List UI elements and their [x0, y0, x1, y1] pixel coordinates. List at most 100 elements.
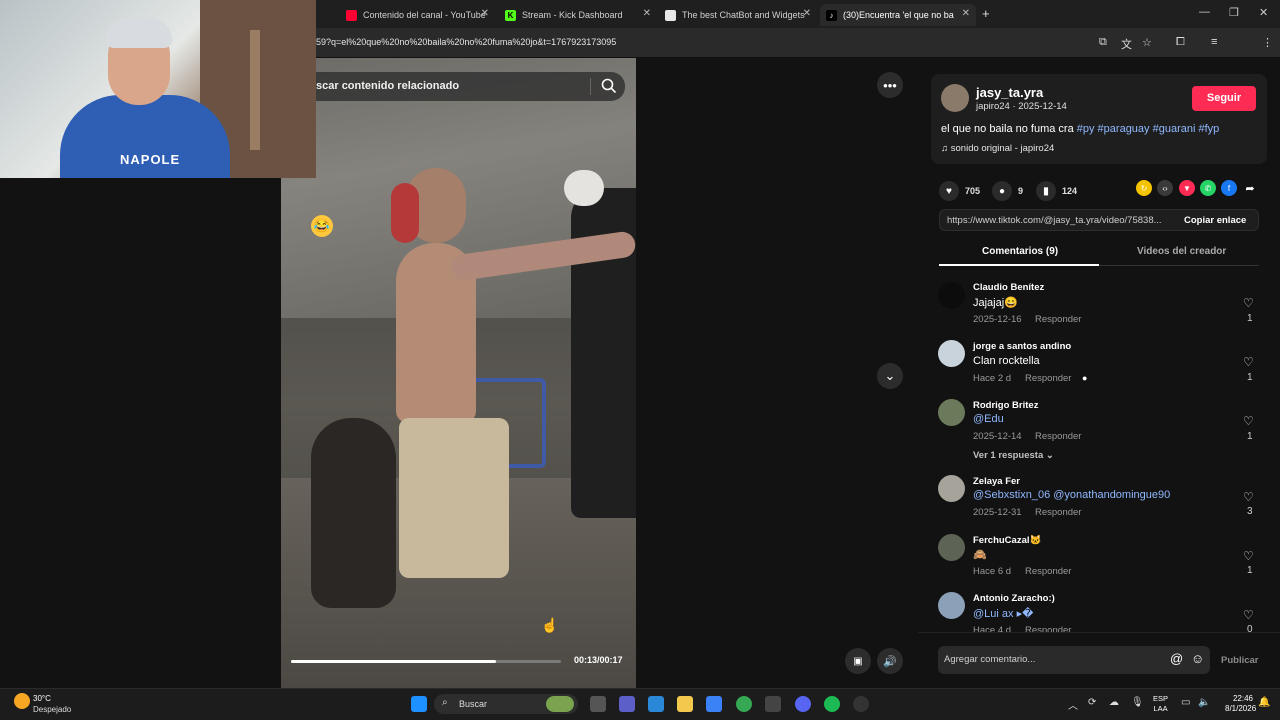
language-indicator[interactable]: ESP LAA: [1153, 694, 1168, 714]
music-row[interactable]: ♫ sonido original - japiro24: [941, 143, 1054, 154]
heart-outline-icon[interactable]: ♡: [1243, 608, 1254, 622]
tab-youtube[interactable]: Contenido del canal - YouTube ✕: [340, 4, 495, 26]
comment-avatar[interactable]: [938, 399, 965, 426]
heart-outline-icon[interactable]: ♡: [1243, 490, 1254, 504]
network-icon[interactable]: ▭: [1181, 697, 1190, 708]
discord-icon[interactable]: [795, 696, 811, 712]
comment-author[interactable]: Claudio Benítez: [973, 282, 1044, 293]
emoji-icon[interactable]: ☺: [1191, 651, 1204, 666]
reply-button[interactable]: Responder: [1035, 507, 1081, 518]
tab-kick[interactable]: K Stream - Kick Dashboard ✕: [499, 4, 657, 26]
comment-author[interactable]: Antonio Zaracho:): [973, 593, 1055, 604]
obs-icon[interactable]: [853, 696, 869, 712]
reply-button[interactable]: Responder: [1025, 373, 1071, 384]
copy-link-button[interactable]: Copiar enlace: [1184, 215, 1246, 226]
weather-icon[interactable]: [14, 693, 30, 709]
like-stat[interactable]: ♥ 705: [939, 181, 980, 201]
author-username[interactable]: jasy_ta.yra: [976, 85, 1043, 100]
volume-icon[interactable]: 🔊: [877, 648, 903, 674]
file-explorer-icon[interactable]: [677, 696, 693, 712]
spotify-icon[interactable]: [824, 696, 840, 712]
minimize-icon[interactable]: —: [1199, 6, 1210, 18]
bookmark-star-icon[interactable]: ☆: [1142, 36, 1152, 49]
embed-icon[interactable]: ‹›: [1157, 180, 1173, 196]
url-text[interactable]: 59?q=el%20que%20no%20baila%20no%20fuma%2…: [316, 37, 616, 47]
comment-stat[interactable]: ● 9: [992, 181, 1023, 201]
close-window-icon[interactable]: ✕: [1259, 6, 1268, 19]
comment-avatar[interactable]: [938, 592, 965, 619]
repost-icon[interactable]: ↻: [1136, 180, 1152, 196]
heart-outline-icon[interactable]: ♡: [1243, 355, 1254, 369]
close-icon[interactable]: ✕: [962, 8, 970, 19]
comment-icon[interactable]: ●: [992, 181, 1012, 201]
comment-author[interactable]: Zelaya Fer: [973, 476, 1020, 487]
follow-button[interactable]: Seguir: [1192, 86, 1256, 111]
whatsapp-icon[interactable]: ✆: [1200, 180, 1216, 196]
send-icon[interactable]: ▼: [1179, 180, 1195, 196]
heart-icon[interactable]: ♥: [939, 181, 959, 201]
bookmark-icon[interactable]: ▮: [1036, 181, 1056, 201]
media-icon[interactable]: ≡: [1211, 36, 1217, 48]
microphone-icon[interactable]: 🎙: [1131, 697, 1144, 708]
share-arrow-icon[interactable]: ➦: [1242, 180, 1258, 196]
comment-author[interactable]: FerchuCazal🐱: [973, 535, 1041, 546]
comment-text[interactable]: @Edu: [973, 413, 1004, 425]
taskbar-search[interactable]: ⌕: [434, 694, 578, 714]
video-link[interactable]: https://www.tiktok.com/@jasy_ta.yra/vide…: [947, 215, 1162, 226]
comment-text[interactable]: @Lui ax ▸�: [973, 607, 1033, 620]
tray-app-icon[interactable]: ⟳: [1088, 697, 1096, 708]
speaker-icon[interactable]: 🔈: [1198, 697, 1210, 708]
facebook-icon[interactable]: f: [1221, 180, 1237, 196]
notification-icon[interactable]: 🔔: [1258, 697, 1270, 708]
tray-cloud-icon[interactable]: ☁: [1109, 697, 1119, 708]
save-stat[interactable]: ▮ 124: [1036, 181, 1077, 201]
publish-button[interactable]: Publicar: [1221, 655, 1259, 666]
windows-start-icon[interactable]: [411, 696, 427, 712]
close-icon[interactable]: ✕: [481, 8, 489, 19]
install-icon[interactable]: ⧉: [1099, 36, 1107, 49]
close-icon[interactable]: ✕: [803, 8, 811, 19]
comment-avatar[interactable]: [938, 340, 965, 367]
reply-button[interactable]: Responder: [1035, 314, 1081, 325]
comment-author[interactable]: Rodrigo Britez: [973, 400, 1038, 411]
teams-icon[interactable]: [619, 696, 635, 712]
copilot-icon[interactable]: [648, 696, 664, 712]
comment-avatar[interactable]: [938, 534, 965, 561]
related-search-bar[interactable]: scar contenido relacionado: [316, 72, 625, 101]
store-icon[interactable]: [706, 696, 722, 712]
tab-chatbot[interactable]: The best ChatBot and Widgets ✕: [659, 4, 817, 26]
app-icon[interactable]: [765, 696, 781, 712]
pip-icon[interactable]: ▣: [845, 648, 871, 674]
close-icon[interactable]: ✕: [643, 8, 651, 19]
extensions-icon[interactable]: ⧠: [1176, 36, 1185, 49]
comment-text[interactable]: @Sebxstixn_06 @yonathandomingue90: [973, 489, 1170, 501]
comment-avatar[interactable]: [938, 475, 965, 502]
menu-dots-icon[interactable]: ⋮: [1262, 36, 1273, 49]
mention-icon[interactable]: @: [1170, 651, 1183, 666]
comment-likes: 1: [1247, 565, 1253, 576]
chrome-icon[interactable]: [736, 696, 752, 712]
tab-comments[interactable]: Comentarios (9): [982, 246, 1058, 257]
tab-tiktok[interactable]: ♪ (30)Encuentra 'el que no ba ✕: [820, 4, 976, 26]
heart-outline-icon[interactable]: ♡: [1243, 549, 1254, 563]
author-avatar[interactable]: [941, 84, 969, 112]
reply-button[interactable]: Responder: [1035, 431, 1081, 442]
video-player[interactable]: 😂: [281, 58, 636, 688]
heart-outline-icon[interactable]: ♡: [1243, 296, 1254, 310]
new-tab-button[interactable]: +: [982, 6, 990, 21]
clock[interactable]: 22:46 8/1/2026: [1225, 694, 1256, 714]
chevron-up-icon[interactable]: ︿: [1068, 697, 1078, 712]
reply-button[interactable]: Responder: [1025, 566, 1071, 577]
search-icon[interactable]: [600, 77, 618, 95]
task-view-icon[interactable]: [590, 696, 606, 712]
view-replies-button[interactable]: Ver 1 respuesta ⌄: [973, 450, 1054, 461]
restore-icon[interactable]: ❐: [1229, 6, 1239, 19]
translate-icon[interactable]: 文: [1121, 36, 1132, 52]
chevron-down-icon[interactable]: ⌄: [877, 363, 903, 389]
tab-creator-videos[interactable]: Videos del creador: [1137, 246, 1226, 257]
comment-author[interactable]: jorge a santos andino: [973, 341, 1071, 352]
heart-outline-icon[interactable]: ♡: [1243, 414, 1254, 428]
more-options-icon[interactable]: •••: [877, 72, 903, 98]
comment-avatar[interactable]: [938, 282, 965, 309]
hashtags[interactable]: #py #paraguay #guarani #fyp: [1077, 123, 1220, 135]
